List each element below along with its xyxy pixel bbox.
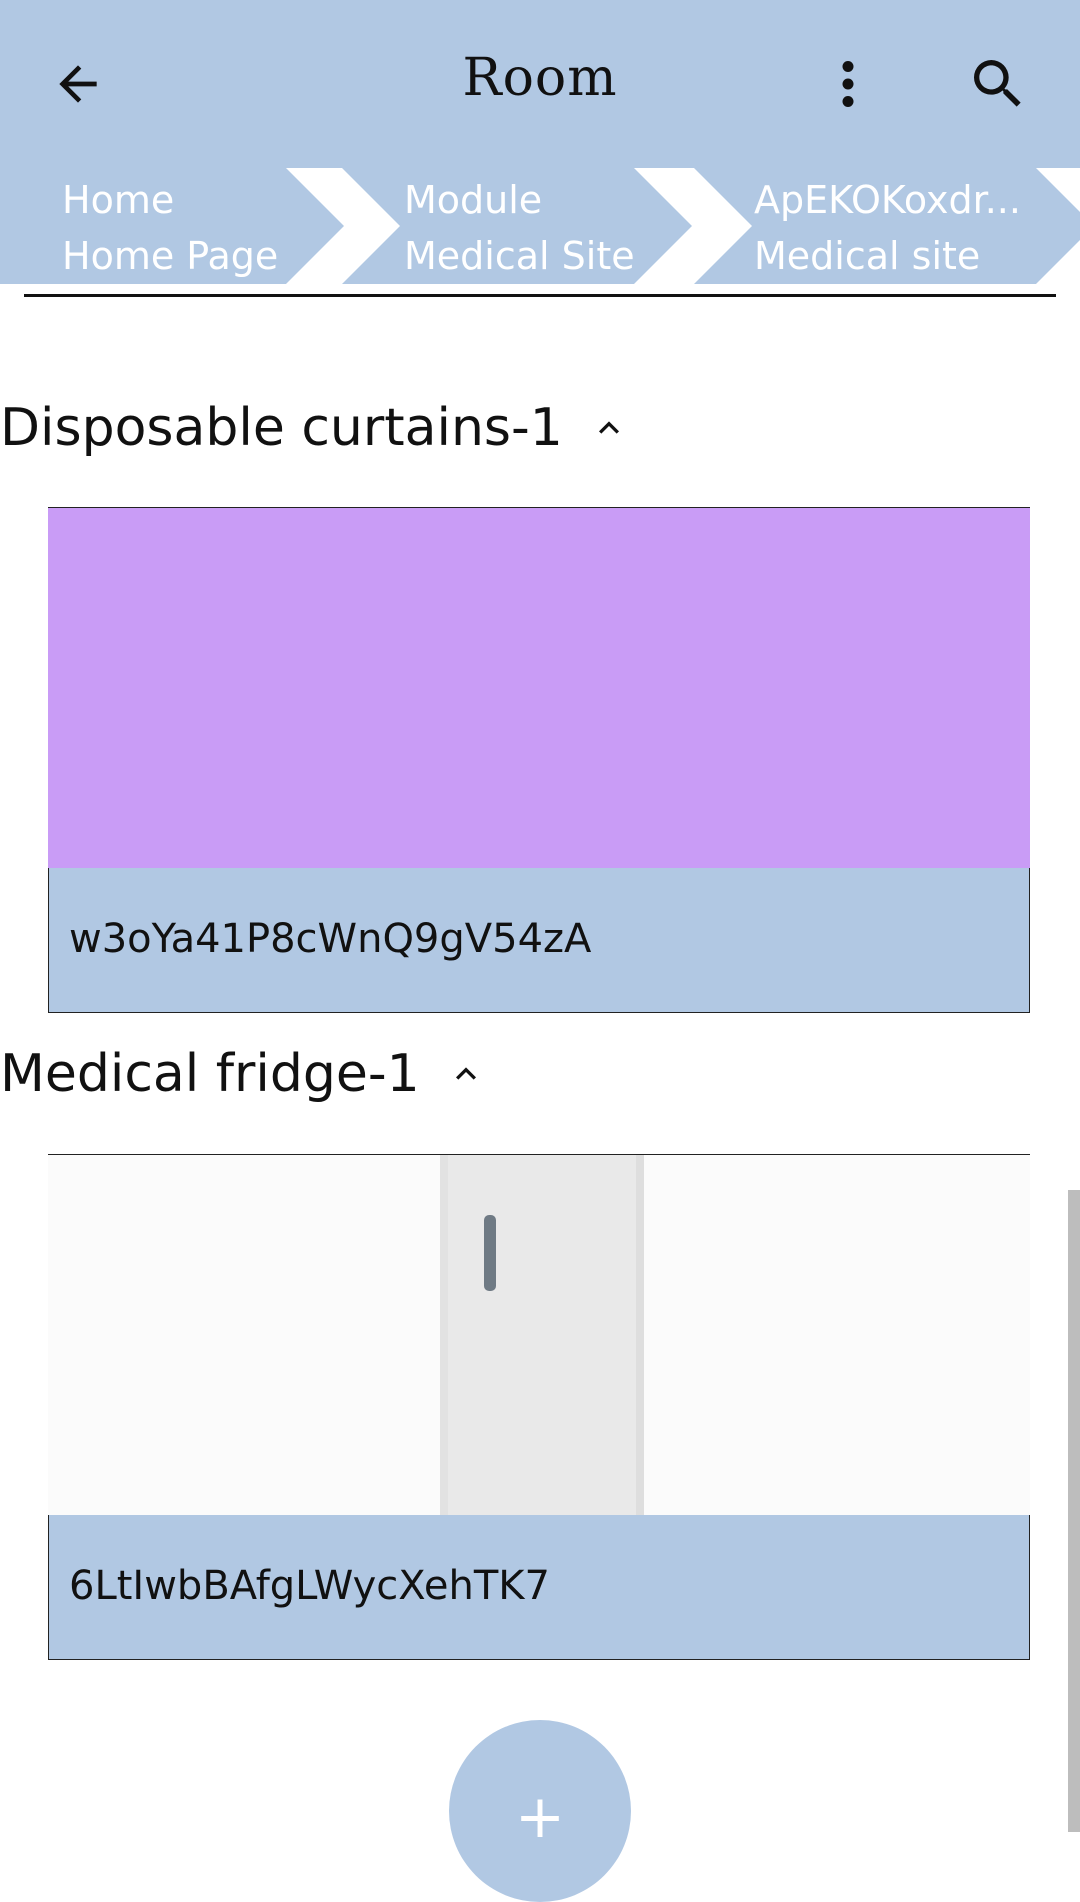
chevron-up-icon[interactable] [446,1054,486,1094]
breadcrumb-module-label: ApEKOKoxdr... [754,178,1021,222]
fridge-image [48,1155,1030,1515]
item-label-bar: 6LtIwbBAfgLWycXehTK7 [48,1515,1030,1660]
breadcrumb-item-module[interactable]: Module Medical Site [342,168,692,284]
item-label-bar: w3oYa41P8cWnQ9gV54zA [48,868,1030,1013]
section-title: Disposable curtains-1 [0,398,563,458]
more-options-button[interactable] [808,44,888,124]
plus-icon: + [514,1782,566,1852]
breadcrumb-module-label: Module [404,178,543,222]
breadcrumb-item-home[interactable]: Home Home Page [0,168,344,284]
breadcrumb-page-label: Medical site [754,234,981,278]
item-image [48,508,1030,868]
breadcrumb: Home Home Page Module Medical Site ApEKO… [0,168,1080,284]
app-bar: Room [0,0,1080,168]
divider [24,294,1056,297]
chevron-up-icon[interactable] [589,408,629,448]
breadcrumb-page-label: Home Page [62,234,279,278]
item-id: w3oYa41P8cWnQ9gV54zA [69,916,592,962]
breadcrumb-module-label: Home [62,178,175,222]
page-title: Room [462,48,618,108]
page-scrollbar[interactable] [1068,1190,1080,1832]
item-id: 6LtIwbBAfgLWycXehTK7 [69,1563,550,1609]
section-title: Medical fridge-1 [0,1044,420,1104]
section-header-medical-fridge[interactable]: Medical fridge-1 [0,1044,486,1104]
breadcrumb-item-site[interactable]: ApEKOKoxdr... Medical site [694,168,1080,284]
search-icon [974,60,1021,107]
search-button[interactable] [958,44,1038,124]
breadcrumb-page-label: Medical Site [404,234,635,278]
add-button[interactable]: + [449,1720,631,1902]
more-vert-icon [842,61,854,107]
section-header-disposable-curtains[interactable]: Disposable curtains-1 [0,398,629,458]
